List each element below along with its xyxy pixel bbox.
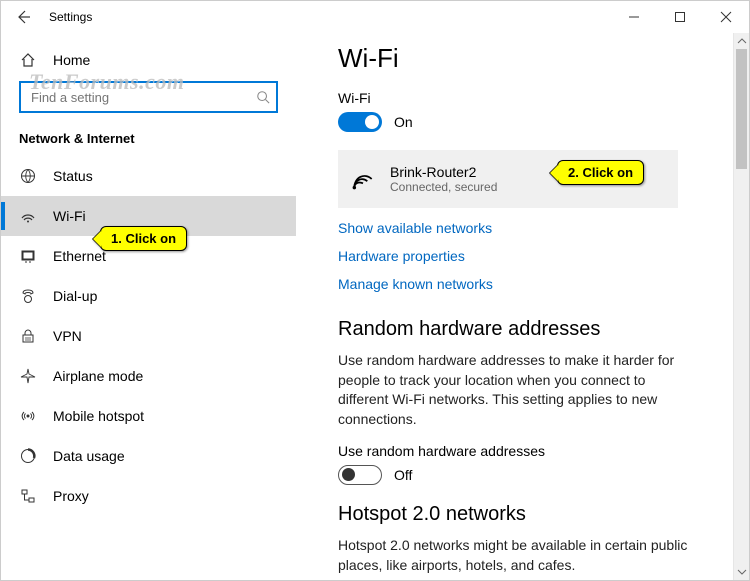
sidebar-item-dialup[interactable]: Dial-up xyxy=(1,276,296,316)
sidebar-item-hotspot[interactable]: Mobile hotspot xyxy=(1,396,296,436)
sidebar-item-label: Data usage xyxy=(53,448,125,464)
titlebar: Settings xyxy=(1,1,749,33)
ethernet-icon xyxy=(19,248,37,264)
home-link[interactable]: Home xyxy=(1,41,296,79)
close-button[interactable] xyxy=(703,1,749,33)
search-field[interactable] xyxy=(29,89,256,106)
sidebar-item-airplane[interactable]: Airplane mode xyxy=(1,356,296,396)
sidebar-section-label: Network & Internet xyxy=(1,113,296,150)
proxy-icon xyxy=(19,488,37,504)
status-icon xyxy=(19,168,37,184)
wifi-icon xyxy=(19,208,37,224)
sidebar-item-label: Ethernet xyxy=(53,248,106,264)
sidebar: Home Network & Internet Status xyxy=(1,33,296,580)
back-button[interactable] xyxy=(15,9,43,25)
search-input[interactable] xyxy=(19,81,278,113)
random-toggle-label: Use random hardware addresses xyxy=(338,443,739,459)
sidebar-item-datausage[interactable]: Data usage xyxy=(1,436,296,476)
maximize-button[interactable] xyxy=(657,1,703,33)
sidebar-item-label: VPN xyxy=(53,328,82,344)
search-icon xyxy=(256,90,270,104)
wifi-toggle-state: On xyxy=(394,114,413,130)
scroll-up-icon[interactable] xyxy=(734,33,749,49)
scrollbar[interactable] xyxy=(733,33,749,580)
home-icon xyxy=(19,52,37,68)
random-toggle[interactable] xyxy=(338,465,382,485)
page-title: Wi-Fi xyxy=(338,43,739,74)
sidebar-item-label: Proxy xyxy=(53,488,89,504)
main-content: Wi-Fi Wi-Fi On Brink-Router2 Connected, … xyxy=(296,33,749,580)
wifi-signal-icon xyxy=(350,166,376,192)
sidebar-item-proxy[interactable]: Proxy xyxy=(1,476,296,516)
dialup-icon xyxy=(19,288,37,304)
airplane-icon xyxy=(19,368,37,384)
sidebar-nav: Status Wi-Fi Ethernet Dial-up xyxy=(1,156,296,516)
random-addresses-body: Use random hardware addresses to make it… xyxy=(338,351,693,429)
random-addresses-heading: Random hardware addresses xyxy=(338,318,739,341)
sidebar-item-label: Mobile hotspot xyxy=(53,408,144,424)
link-show-networks[interactable]: Show available networks xyxy=(338,220,492,236)
hotspot-body: Hotspot 2.0 networks might be available … xyxy=(338,536,693,575)
sidebar-item-status[interactable]: Status xyxy=(1,156,296,196)
home-label: Home xyxy=(53,52,90,68)
scroll-down-icon[interactable] xyxy=(734,564,749,580)
network-status: Connected, secured xyxy=(390,180,497,194)
scrollbar-thumb[interactable] xyxy=(736,49,747,169)
hotspot-icon xyxy=(19,408,37,424)
wifi-toggle-label: Wi-Fi xyxy=(338,90,739,106)
hotspot-heading: Hotspot 2.0 networks xyxy=(338,503,739,526)
arrow-left-icon xyxy=(15,9,31,25)
sidebar-item-label: Wi-Fi xyxy=(53,208,86,224)
random-toggle-state: Off xyxy=(394,467,412,483)
link-hardware-properties[interactable]: Hardware properties xyxy=(338,248,465,264)
network-name: Brink-Router2 xyxy=(390,164,497,180)
minimize-button[interactable] xyxy=(611,1,657,33)
callout-2: 2. Click on xyxy=(557,160,644,185)
data-usage-icon xyxy=(19,448,37,464)
wifi-toggle[interactable] xyxy=(338,112,382,132)
sidebar-item-label: Dial-up xyxy=(53,288,97,304)
sidebar-item-label: Airplane mode xyxy=(53,368,143,384)
sidebar-item-label: Status xyxy=(53,168,93,184)
window-title: Settings xyxy=(49,10,92,24)
link-manage-known[interactable]: Manage known networks xyxy=(338,276,493,292)
sidebar-item-vpn[interactable]: VPN xyxy=(1,316,296,356)
vpn-icon xyxy=(19,328,37,344)
callout-1: 1. Click on xyxy=(100,226,187,251)
window-controls xyxy=(611,1,749,33)
